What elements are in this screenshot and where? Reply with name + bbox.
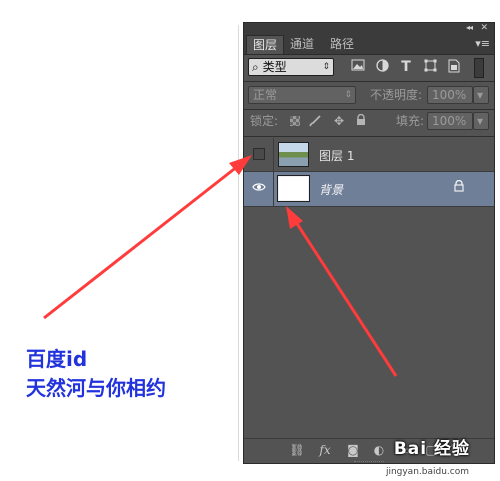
panel-tabs: 图层 通道 路径 ▾≡ xyxy=(244,35,494,55)
lock-row: 锁定: ✥ 填充: 100% ▾ xyxy=(244,111,494,133)
visibility-toggle-empty[interactable] xyxy=(253,148,265,160)
tab-paths[interactable]: 路径 xyxy=(324,35,360,54)
panel-title-bar: ◂◂ ✕ xyxy=(244,23,494,35)
fx-icon[interactable]: fx xyxy=(316,443,334,457)
fill-input[interactable]: 100% xyxy=(427,112,473,130)
shape-filter-icon[interactable] xyxy=(422,59,438,75)
lock-label: 锁定: xyxy=(250,114,279,128)
overlay-line-1: 百度id xyxy=(26,347,88,371)
fill-value: 100% xyxy=(432,114,467,128)
layer-filter-select[interactable]: ⌕ 类型 ⇕ xyxy=(248,58,334,76)
layer-row[interactable]: 图层 1 xyxy=(244,138,494,172)
eye-icon[interactable] xyxy=(252,181,266,195)
watermark-url: jingyan.baidu.com xyxy=(385,467,469,477)
close-panel-icon[interactable]: ✕ xyxy=(480,23,488,33)
chevron-updown-icon: ⇕ xyxy=(322,62,330,72)
baidu-jingyan-watermark: Bai 经验 xyxy=(393,439,470,459)
chevron-down-icon: ▾ xyxy=(477,114,484,128)
blend-row: 正常 ⇕ 不透明度: 100% ▾ xyxy=(244,83,494,107)
lock-transparent-pixels-icon[interactable] xyxy=(290,116,300,126)
filter-row: ⌕ 类型 ⇕ T xyxy=(244,55,494,81)
collapse-panel-icon[interactable]: ◂◂ xyxy=(466,23,473,32)
chevron-down-icon: ▾ xyxy=(477,88,484,102)
tab-layers[interactable]: 图层 xyxy=(246,35,285,54)
tab-channels[interactable]: 通道 xyxy=(284,35,320,54)
layer-row-selected[interactable]: 背景 xyxy=(244,172,494,207)
adjustment-filter-icon[interactable] xyxy=(374,59,390,75)
search-icon: ⌕ xyxy=(252,60,259,74)
layer-thumbnail xyxy=(278,142,309,167)
divider xyxy=(244,109,494,110)
filter-toggle-switch[interactable] xyxy=(474,58,484,78)
smart-object-filter-icon[interactable] xyxy=(446,59,462,75)
divider xyxy=(244,81,494,82)
panel-resize-handle[interactable] xyxy=(354,461,384,465)
blend-mode-value: 正常 xyxy=(253,88,278,102)
text-filter-icon[interactable]: T xyxy=(398,59,414,75)
layers-panel: ◂◂ ✕ 图层 通道 路径 ▾≡ ⌕ 类型 ⇕ T 正常 ⇕ 不透明度: 100… xyxy=(243,22,495,464)
mask-icon[interactable]: ◙ xyxy=(344,443,362,457)
lock-icon xyxy=(454,179,464,195)
layer-name[interactable]: 图层 1 xyxy=(319,147,354,164)
image-filter-icon[interactable] xyxy=(350,59,366,75)
chevron-updown-icon: ⇕ xyxy=(344,90,352,100)
overlay-line-2: 天然河与你相约 xyxy=(26,376,166,400)
opacity-value: 100% xyxy=(432,88,467,102)
fill-label: 填充: xyxy=(396,114,425,128)
fill-dropdown-button[interactable]: ▾ xyxy=(473,112,489,130)
layer-thumbnail xyxy=(277,175,310,202)
opacity-dropdown-button[interactable]: ▾ xyxy=(473,86,489,104)
divider xyxy=(273,172,274,206)
layer-name[interactable]: 背景 xyxy=(319,181,343,198)
overlay-caption: 百度id 天然河与你相约 xyxy=(26,345,166,403)
lock-all-icon[interactable] xyxy=(354,113,368,128)
divider xyxy=(273,138,274,171)
divider xyxy=(244,136,494,137)
adjustment-icon[interactable]: ◐ xyxy=(370,443,388,457)
link-icon[interactable]: ⛓ xyxy=(288,443,306,457)
blend-mode-select[interactable]: 正常 ⇕ xyxy=(248,86,356,104)
opacity-label: 不透明度: xyxy=(370,88,423,102)
panel-menu-icon[interactable]: ▾≡ xyxy=(475,37,490,50)
lock-image-pixels-icon[interactable] xyxy=(308,114,322,128)
filter-type-label: 类型 xyxy=(262,60,287,74)
lock-position-icon[interactable]: ✥ xyxy=(332,114,346,128)
opacity-input[interactable]: 100% xyxy=(427,86,473,104)
